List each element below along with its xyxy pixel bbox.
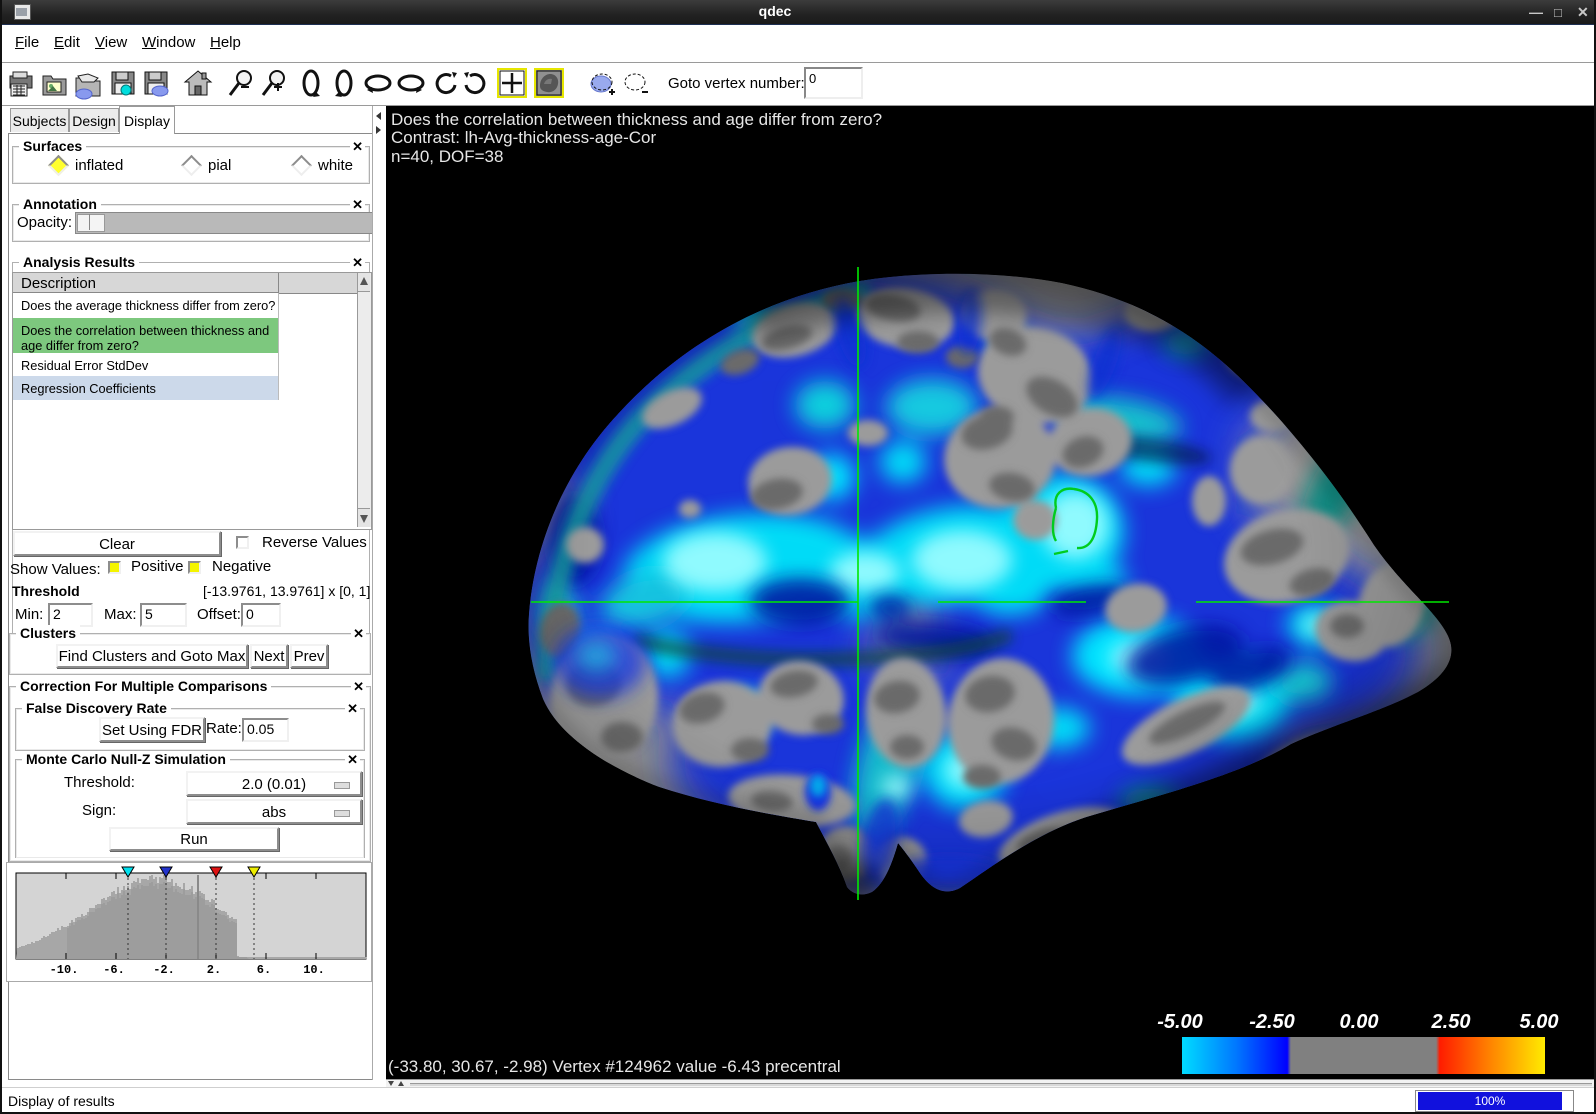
svg-text:-6.: -6. bbox=[103, 963, 125, 977]
svg-text:6.: 6. bbox=[257, 963, 271, 977]
svg-text:10.: 10. bbox=[303, 963, 325, 977]
svg-text:-10.: -10. bbox=[50, 963, 79, 977]
svg-text:2.: 2. bbox=[207, 963, 221, 977]
svg-text:-2.: -2. bbox=[153, 963, 175, 977]
